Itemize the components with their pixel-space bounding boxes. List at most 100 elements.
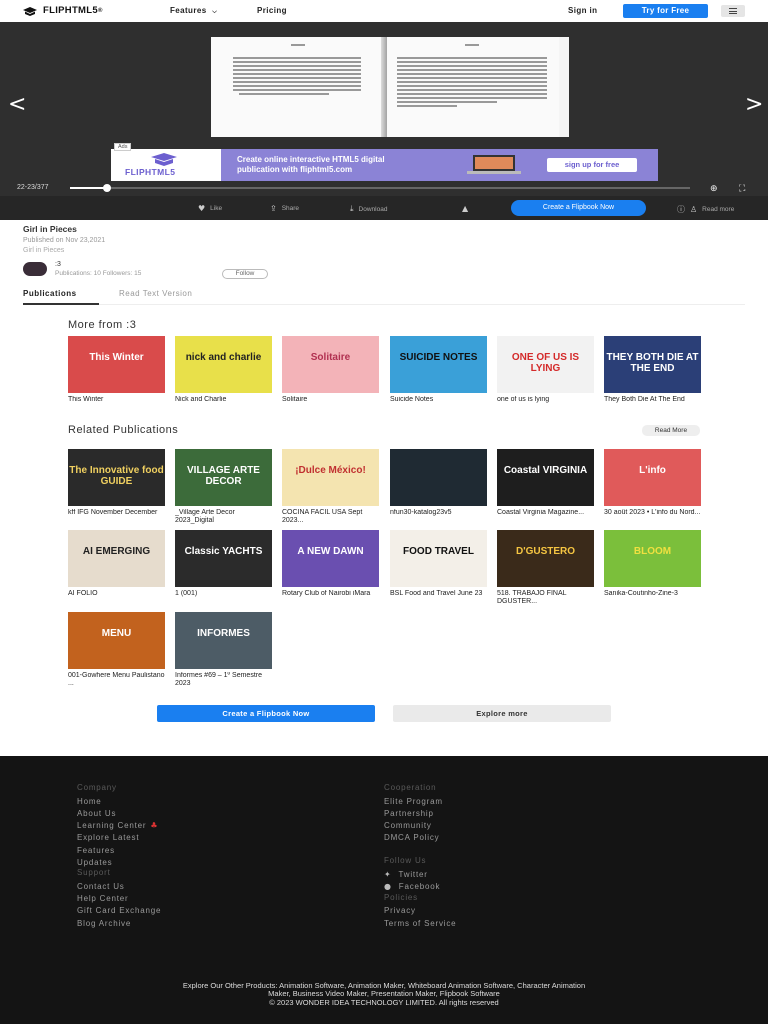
nav-features[interactable]: Features ⌵ [170,6,217,16]
related-cover-image[interactable] [390,449,487,506]
related-caption[interactable]: kff IFG November December [68,509,165,517]
related-card[interactable]: nfun30-katalog23v5 [390,449,487,517]
create-flipbook-button[interactable]: Create a Flipbook Now [157,705,375,722]
related-cover-image[interactable]: The Innovative food GUIDE [68,449,165,506]
download-button[interactable]: ⤓ Download [350,204,387,214]
tab-read-text-version[interactable]: Read Text Version [119,289,192,298]
related-cover-image[interactable]: MENU [68,612,165,669]
related-card[interactable]: Classic YACHTS 1 (001) [175,530,272,598]
footer-link-privacy[interactable]: Privacy [384,905,456,917]
more-from-caption[interactable]: Solitaire [282,396,379,404]
related-caption[interactable]: Informes #69 – 1º Semestre 2023 [175,672,272,688]
more-from-cover-image[interactable]: nick and charlie [175,336,272,393]
footer-link-facebook[interactable]: ● Facebook [384,881,456,893]
more-from-caption[interactable]: one of us is lying [497,396,594,404]
more-from-card[interactable]: Solitaire Solitaire [282,336,379,404]
nav-pricing[interactable]: Pricing [257,6,287,15]
related-card[interactable]: D'GUSTERO 518. TRABAJO FINAL DGUSTER... [497,530,594,606]
create-flipbook-button-viewer[interactable]: Create a Flipbook Now [511,200,646,216]
fullscreen-icon[interactable]: ⛶ [739,184,745,194]
footer-link-updates[interactable]: Updates [77,856,161,868]
related-cover-image[interactable]: AI EMERGING [68,530,165,587]
footer-link-gift-card[interactable]: Gift Card Exchange [77,905,161,917]
footer-link-terms[interactable]: Terms of Service [384,917,456,929]
more-from-cover-image[interactable]: Solitaire [282,336,379,393]
footer-link-explore-latest[interactable]: Explore Latest [77,832,161,844]
more-from-caption[interactable]: This Winter [68,396,165,404]
related-cover-image[interactable]: D'GUSTERO [497,530,594,587]
zoom-in-icon[interactable]: ⊕ [710,184,718,194]
related-cover-image[interactable]: BLOOM [604,530,701,587]
related-caption[interactable]: AI FOLIO [68,590,165,598]
related-card[interactable]: Coastal VIRGINIA Coastal Virginia Magazin… [497,449,594,517]
author-name[interactable]: :3 [55,261,61,268]
brand-logo[interactable]: FLIPHTML5 ® [22,5,103,16]
related-cover-image[interactable]: Classic YACHTS [175,530,272,587]
related-card[interactable]: A NEW DAWN Rotary Club of Nairobi iMara [282,530,379,598]
progress-handle[interactable] [103,184,112,192]
explore-more-button[interactable]: Explore more [393,705,611,722]
more-from-card[interactable]: THEY BOTH DIE AT THE END They Both Die At… [604,336,701,404]
related-card[interactable]: BLOOM Sanika-Coutinho-Zine-3 [604,530,701,598]
more-from-card[interactable]: ONE OF US IS LYING one of us is lying [497,336,594,404]
related-caption[interactable]: 30 août 2023 • L'info du Nord... [604,509,701,517]
footer-link-help-center[interactable]: Help Center [77,893,161,905]
prev-page-arrow-icon[interactable]: < [8,92,26,117]
footer-link-home[interactable]: Home [77,795,161,807]
page-progress-bar[interactable] [70,184,690,192]
more-from-caption[interactable]: They Both Die At The End [604,396,701,404]
related-cover-image[interactable]: INFORMES [175,612,272,669]
more-from-cover-image[interactable]: ONE OF US IS LYING [497,336,594,393]
footer-link-about[interactable]: About Us [77,807,161,819]
follow-button[interactable]: Follow [222,269,268,279]
related-cover-image[interactable]: Coastal VIRGINIA [497,449,594,506]
footer-link-features[interactable]: Features [77,844,161,856]
try-for-free-button[interactable]: Try for Free [623,4,708,18]
footer-link-twitter[interactable]: ✦ Twitter [384,868,456,880]
related-caption[interactable]: COCINA FACIL USA Sept 2023... [282,509,379,525]
hamburger-menu-icon[interactable] [721,5,745,17]
related-caption[interactable]: BSL Food and Travel June 23 [390,590,487,598]
related-caption[interactable]: 518. TRABAJO FINAL DGUSTER... [497,590,594,606]
footer-link-elite-program[interactable]: Elite Program [384,795,456,807]
related-caption[interactable]: 001-Gowhere Menu Paulistano ... [68,672,165,688]
related-card[interactable]: INFORMES Informes #69 – 1º Semestre 2023 [175,612,272,688]
footer-link-dmca[interactable]: DMCA Policy [384,832,456,844]
related-caption[interactable]: Rotary Club of Nairobi iMara [282,590,379,598]
report-button[interactable]: ▲ [462,204,473,213]
related-caption[interactable]: Coastal Virginia Magazine... [497,509,594,517]
related-caption[interactable]: Sanika-Coutinho-Zine-3 [604,590,701,598]
related-card[interactable]: VILLAGE ARTE DECOR _Village Arte Decor 20… [175,449,272,525]
related-cover-image[interactable]: L'info [604,449,701,506]
avatar[interactable] [23,262,47,276]
related-card[interactable]: FOOD TRAVEL BSL Food and Travel June 23 [390,530,487,598]
more-from-cover-image[interactable]: THEY BOTH DIE AT THE END [604,336,701,393]
like-button[interactable]: ♥ Like [198,204,222,213]
footer-link-community[interactable]: Community [384,820,456,832]
more-from-caption[interactable]: Suicide Notes [390,396,487,404]
related-card[interactable]: L'info 30 août 2023 • L'info du Nord... [604,449,701,517]
related-caption[interactable]: nfun30-katalog23v5 [390,509,487,517]
ad-signup-button[interactable]: sign up for free [547,158,637,172]
footer-link-blog-archive[interactable]: Blog Archive [77,917,161,929]
related-cover-image[interactable]: ¡Dulce México! [282,449,379,506]
related-card[interactable]: The Innovative food GUIDE kff IFG Novembe… [68,449,165,517]
share-button[interactable]: ⇪ Share [270,204,299,213]
next-page-arrow-icon[interactable]: > [745,92,763,117]
more-from-caption[interactable]: Nick and Charlie [175,396,272,404]
tab-publications[interactable]: Publications [23,289,99,305]
related-card[interactable]: MENU 001-Gowhere Menu Paulistano ... [68,612,165,688]
related-cover-image[interactable]: FOOD TRAVEL [390,530,487,587]
read-more-button[interactable]: ⓘ ♙ Read more [677,204,734,215]
signin-link[interactable]: Sign in [568,6,597,15]
more-from-cover-image[interactable]: This Winter [68,336,165,393]
footer-link-partnership[interactable]: Partnership [384,807,456,819]
related-cover-image[interactable]: A NEW DAWN [282,530,379,587]
read-more-related-button[interactable]: Read More [642,425,700,436]
more-from-card[interactable]: SUICIDE NOTES Suicide Notes [390,336,487,404]
more-from-card[interactable]: This Winter This Winter [68,336,165,404]
ad-banner[interactable]: FLIPHTML5 Create online interactive HTML… [111,149,658,181]
more-from-cover-image[interactable]: SUICIDE NOTES [390,336,487,393]
related-cover-image[interactable]: VILLAGE ARTE DECOR [175,449,272,506]
more-from-card[interactable]: nick and charlie Nick and Charlie [175,336,272,404]
